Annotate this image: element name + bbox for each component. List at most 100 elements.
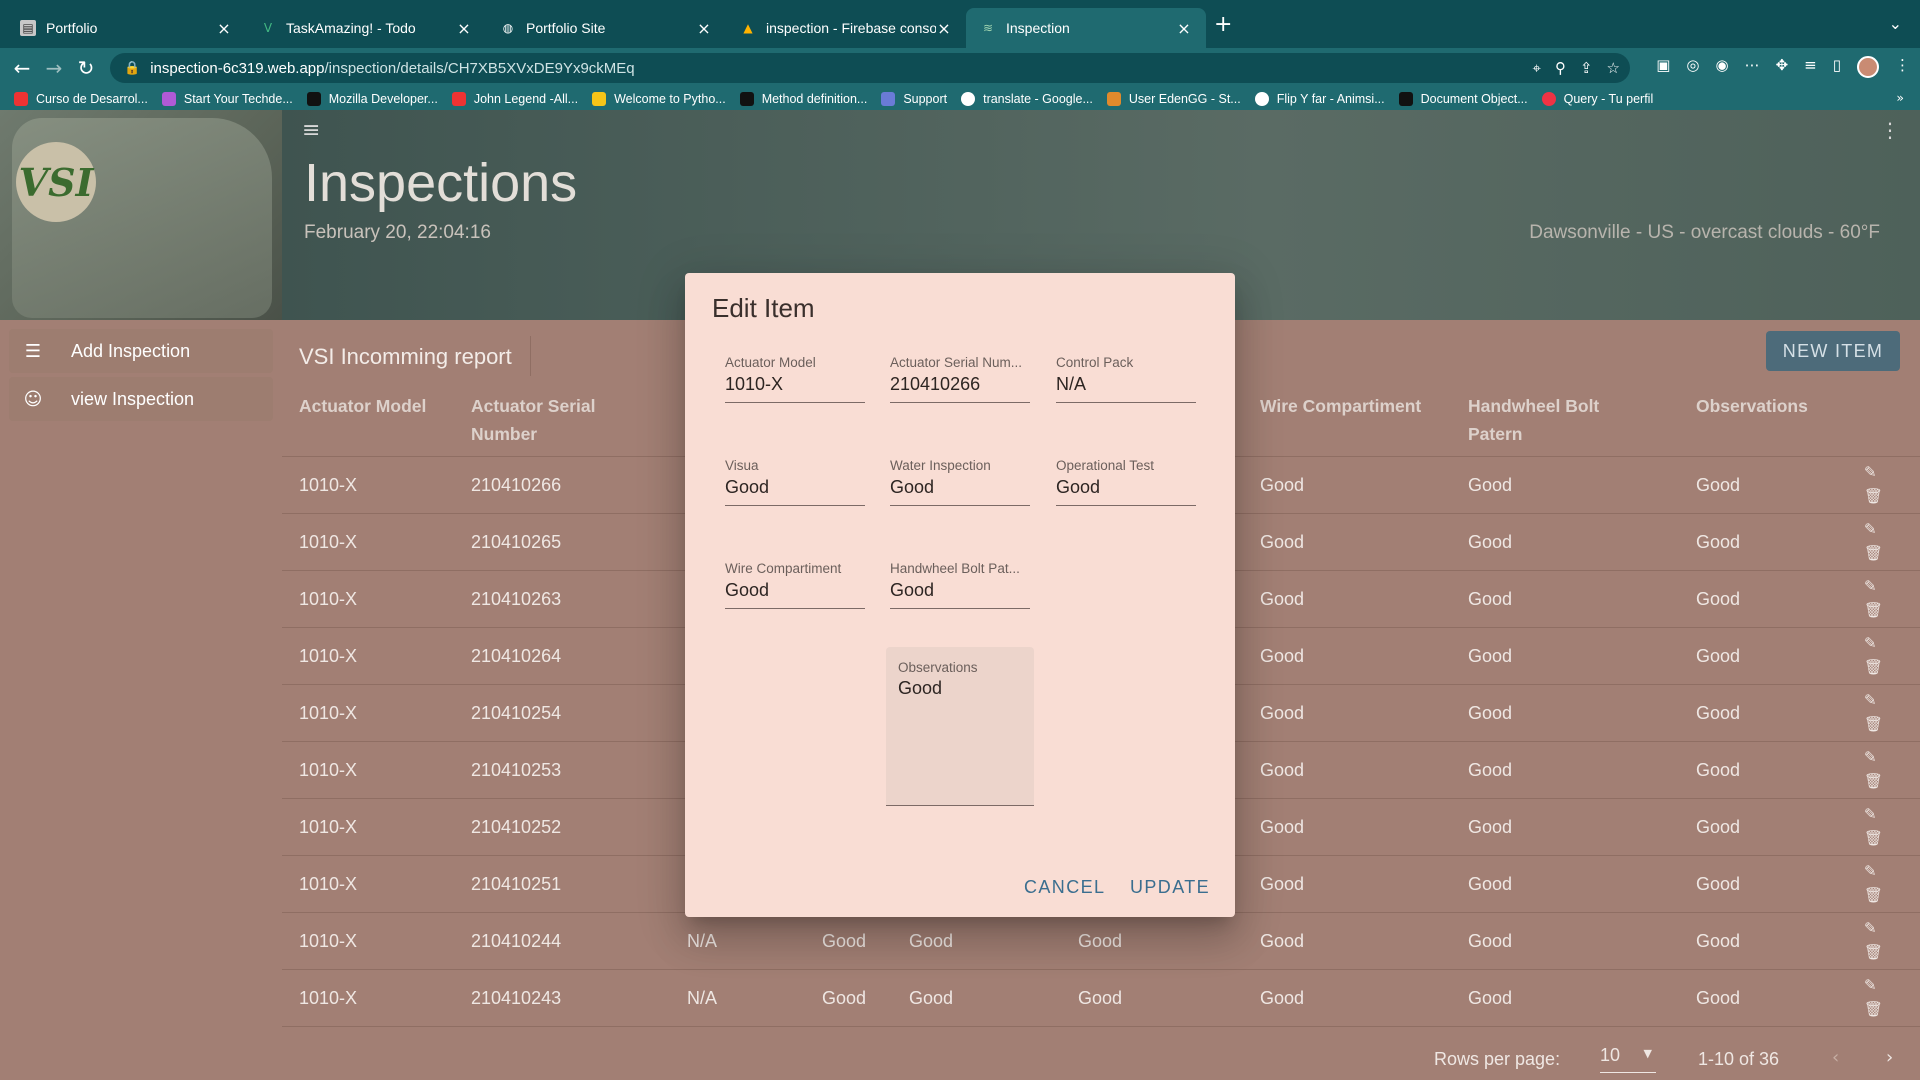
youtube-icon — [451, 92, 466, 106]
edit-icon[interactable]: ✎ — [1864, 805, 1877, 823]
extension-icon[interactable]: ◉ — [1715, 56, 1728, 78]
tab-inspection[interactable]: ≋ Inspection × — [966, 8, 1206, 48]
table-row[interactable]: 1010-X 210410243 N/A Good Good Good Good Good Go… — [282, 969, 1920, 1026]
wire-compartment-field[interactable]: Wire Compartiment Good — [725, 549, 865, 609]
operational-test-field[interactable]: Operational Test Good — [1056, 446, 1196, 506]
close-icon[interactable]: × — [1176, 19, 1192, 38]
bookmark-item[interactable]: translate - Google... — [961, 92, 1093, 106]
column-header[interactable]: Actuator Model — [299, 392, 439, 420]
cell-handwheel-bolt: Good — [1468, 589, 1513, 609]
chevron-down-icon[interactable]: ⌄ — [1889, 14, 1902, 33]
bookmark-item[interactable]: John Legend -All... — [451, 92, 578, 106]
extension-icon[interactable]: ⋯ — [1745, 56, 1760, 78]
bookmark-item[interactable]: Curso de Desarrol... — [14, 92, 148, 106]
menu-icon[interactable]: ≡ — [302, 118, 320, 143]
edit-icon[interactable]: ✎ — [1864, 520, 1877, 538]
water-inspection-field[interactable]: Water Inspection Good — [890, 446, 1030, 506]
new-tab-icon[interactable]: + — [1214, 12, 1232, 37]
edit-icon[interactable]: ✎ — [1864, 862, 1877, 880]
actuator-serial-field[interactable]: Actuator Serial Num... 210410266 — [890, 343, 1030, 403]
close-icon[interactable]: × — [456, 19, 472, 38]
visual-field[interactable]: Visua Good — [725, 446, 865, 506]
handwheel-bolt-field[interactable]: Handwheel Bolt Pat... Good — [890, 549, 1030, 609]
zoom-icon[interactable]: ⚲ — [1555, 59, 1566, 77]
cancel-button[interactable]: CANCEL — [1024, 877, 1105, 898]
observations-textarea[interactable]: Observations Good — [886, 647, 1034, 806]
delete-icon[interactable]: 🗑 — [1864, 943, 1883, 961]
reload-icon[interactable]: ↻ — [70, 56, 102, 80]
chevron-left-icon[interactable]: ‹ — [1832, 1047, 1839, 1068]
cell-actuator-model: 1010-X — [299, 475, 358, 495]
page-title: Inspections — [304, 153, 578, 213]
delete-icon[interactable]: 🗑 — [1864, 544, 1883, 562]
cell-actuator-serial: 210410244 — [471, 931, 562, 951]
bookmark-item[interactable]: Query - Tu perfil — [1541, 92, 1653, 106]
extension-icon[interactable]: ◎ — [1686, 56, 1699, 78]
share-icon[interactable]: ⇪ — [1580, 59, 1593, 77]
tab-taskamazing[interactable]: V TaskAmazing! - Todo × — [246, 8, 486, 48]
tab-portfolio-site[interactable]: ◍ Portfolio Site × — [486, 8, 726, 48]
cell-wire-compartment: Good — [1260, 988, 1305, 1008]
cell-handwheel-bolt: Good — [1468, 646, 1513, 666]
sidebar-item-view-inspection[interactable]: ☺ view Inspection — [9, 377, 273, 421]
kebab-menu-icon[interactable]: ⋮ — [1880, 118, 1900, 142]
control-pack-field[interactable]: Control Pack N/A — [1056, 343, 1196, 403]
edit-icon[interactable]: ✎ — [1864, 748, 1877, 766]
avatar[interactable] — [1857, 56, 1879, 78]
bookmark-item[interactable]: Document Object... — [1398, 92, 1528, 106]
cell-observations: Good — [1696, 703, 1741, 723]
tab-firebase[interactable]: ▲ inspection - Firebase console × — [726, 8, 966, 48]
edit-icon[interactable]: ✎ — [1864, 634, 1877, 652]
kebab-menu-icon[interactable]: ⋮ — [1895, 56, 1910, 78]
forward-icon[interactable]: → — [38, 56, 70, 80]
edit-icon[interactable]: ✎ — [1864, 463, 1877, 481]
update-button[interactable]: UPDATE — [1130, 877, 1210, 898]
star-icon[interactable]: ☆ — [1607, 59, 1620, 77]
close-icon[interactable]: × — [936, 19, 952, 38]
back-icon[interactable]: ← — [6, 56, 38, 80]
column-header[interactable]: Observations — [1696, 392, 1836, 420]
bookmark-item[interactable]: Start Your Techde... — [161, 92, 293, 106]
bookmark-item[interactable]: Support — [881, 92, 947, 106]
delete-icon[interactable]: 🗑 — [1864, 829, 1883, 847]
extension-icon[interactable]: ▣ — [1656, 56, 1670, 78]
reading-list-icon[interactable]: ≡ — [1804, 56, 1817, 78]
delete-icon[interactable]: 🗑 — [1864, 1000, 1883, 1018]
puzzle-icon[interactable]: ✥ — [1776, 56, 1789, 78]
edit-icon[interactable]: ✎ — [1864, 919, 1877, 937]
delete-icon[interactable]: 🗑 — [1864, 487, 1883, 505]
location-icon[interactable]: ⌖ — [1533, 59, 1541, 77]
actuator-model-field[interactable]: Actuator Model 1010-X — [725, 343, 865, 403]
edit-icon[interactable]: ✎ — [1864, 577, 1877, 595]
side-panel-icon[interactable]: ▯ — [1833, 56, 1841, 78]
close-icon[interactable]: × — [216, 19, 232, 38]
bookmark-item[interactable]: Welcome to Pytho... — [592, 92, 726, 106]
cell-water-inspection: Good — [909, 988, 954, 1008]
table-row[interactable]: 1010-X 210410244 N/A Good Good Good Good Good Go… — [282, 912, 1920, 969]
delete-icon[interactable]: 🗑 — [1864, 886, 1883, 904]
bookmark-item[interactable]: Mozilla Developer... — [306, 92, 438, 106]
flag-icon: ▤ — [20, 20, 36, 36]
chevron-right-double-icon[interactable]: » — [1896, 90, 1904, 105]
rows-per-page-select[interactable]: 10 ▼ — [1600, 1045, 1656, 1073]
new-item-button[interactable]: NEW ITEM — [1766, 331, 1900, 371]
sidebar-item-add-inspection[interactable]: ☰ Add Inspection — [9, 329, 273, 373]
chevron-right-icon[interactable]: › — [1886, 1047, 1893, 1068]
sidebar: VSI ☰ Add Inspection ☺ view Inspection — [0, 110, 282, 1080]
delete-icon[interactable]: 🗑 — [1864, 601, 1883, 619]
delete-icon[interactable]: 🗑 — [1864, 715, 1883, 733]
column-header[interactable]: Handwheel Bolt Patern — [1468, 392, 1628, 448]
edit-icon[interactable]: ✎ — [1864, 691, 1877, 709]
address-bar[interactable]: 🔒 inspection-6c319.web.app /inspection/d… — [110, 53, 1630, 83]
column-header[interactable]: Wire Compartiment — [1260, 392, 1460, 420]
column-header[interactable]: Actuator Serial Number — [471, 392, 631, 448]
delete-icon[interactable]: 🗑 — [1864, 658, 1883, 676]
tab-portfolio[interactable]: ▤ Portfolio × — [6, 8, 246, 48]
bookmark-item[interactable]: User EdenGG - St... — [1106, 92, 1241, 106]
bookmark-item[interactable]: Flip Y far - Animsi... — [1254, 92, 1385, 106]
bookmark-item[interactable]: Method definition... — [739, 92, 867, 106]
close-icon[interactable]: × — [696, 19, 712, 38]
sidebar-hero-image: VSI — [0, 110, 282, 320]
delete-icon[interactable]: 🗑 — [1864, 772, 1883, 790]
edit-icon[interactable]: ✎ — [1864, 976, 1877, 994]
